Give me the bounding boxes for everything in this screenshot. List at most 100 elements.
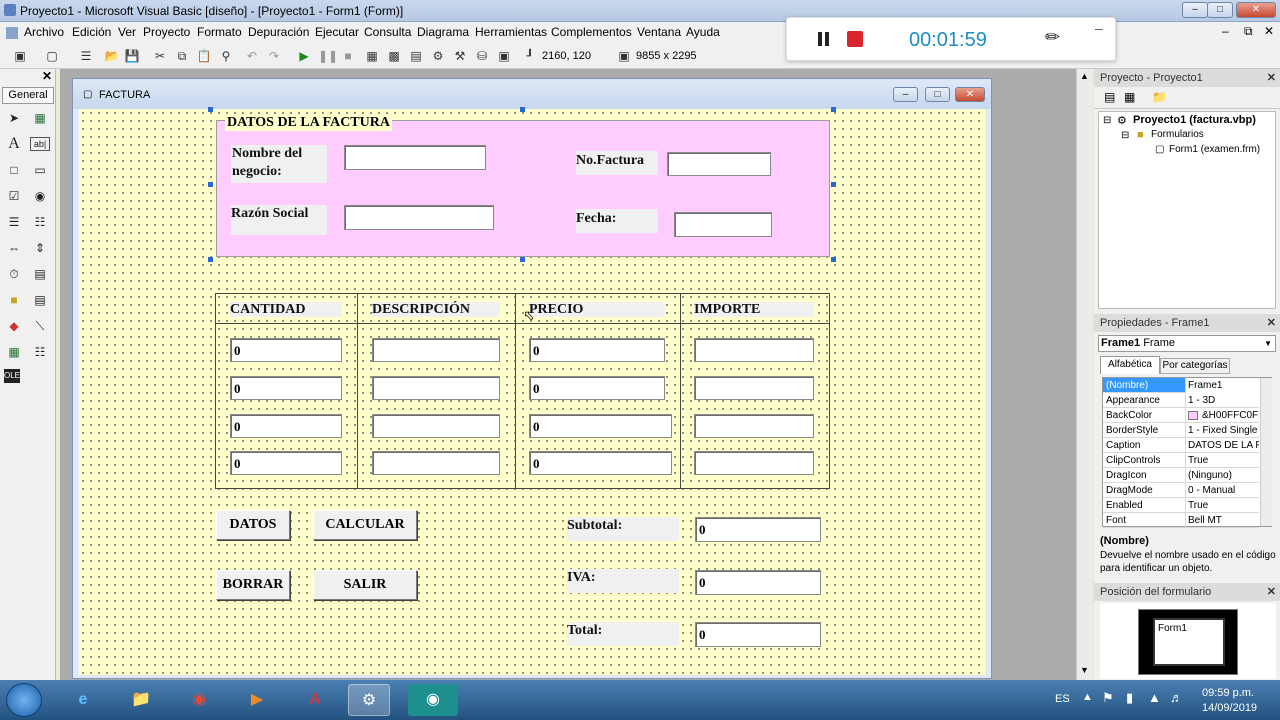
redo-icon[interactable]: ↷ bbox=[266, 48, 282, 64]
tray-expand-icon[interactable]: ▲ bbox=[1082, 691, 1093, 703]
prop-row-dragicon[interactable]: DragIcon (Ninguno) bbox=[1103, 468, 1259, 483]
tree-form-item[interactable]: Form1 (examen.frm) bbox=[1169, 144, 1260, 155]
prop-row-backcolor[interactable]: BackColor&H00FFC0FF& bbox=[1103, 408, 1259, 423]
stop-icon[interactable]: ■ bbox=[340, 48, 356, 64]
prop-row-appearance[interactable]: Appearance 1 - 3D bbox=[1103, 393, 1259, 408]
selection-handle[interactable] bbox=[208, 182, 213, 187]
form-preview-box[interactable]: Form1 bbox=[1153, 618, 1225, 666]
textbox-subtotal[interactable]: 0 bbox=[695, 517, 821, 542]
textbox-precio-1[interactable]: 0 bbox=[529, 338, 665, 362]
menu-herramientas[interactable]: Herramientas bbox=[475, 25, 547, 39]
ole-tool-icon[interactable]: OLE bbox=[4, 369, 20, 383]
tray-time[interactable]: 09:59 p.m. bbox=[1202, 687, 1254, 699]
object-selector[interactable]: Frame1 Frame ▼ bbox=[1098, 335, 1276, 352]
add-form-icon[interactable]: ▢ bbox=[44, 48, 60, 64]
copy-icon[interactable]: ⧉ bbox=[174, 48, 190, 64]
menu-proyecto[interactable]: Proyecto bbox=[143, 25, 190, 39]
form-layout-close-icon[interactable]: ✕ bbox=[1267, 583, 1276, 601]
data-tool-icon[interactable]: ☷ bbox=[30, 343, 50, 361]
tab-por-categorias[interactable]: Por categorías bbox=[1160, 358, 1230, 374]
combobox-tool-icon[interactable]: ☰ bbox=[4, 213, 24, 231]
selection-handle[interactable] bbox=[208, 257, 213, 262]
menu-complementos[interactable]: Complementos bbox=[551, 25, 632, 39]
form-minimize-button[interactable]: – bbox=[893, 87, 918, 102]
toolbox-icon[interactable]: ⚒ bbox=[452, 48, 468, 64]
textbox-tool-icon[interactable]: ab| bbox=[30, 137, 50, 151]
filelist-tool-icon[interactable]: ▤ bbox=[30, 291, 50, 309]
menu-archivo[interactable]: Archivo bbox=[24, 25, 64, 39]
menu-ventana[interactable]: Ventana bbox=[637, 25, 681, 39]
cut-icon[interactable]: ✂ bbox=[152, 48, 168, 64]
properties-scrollbar[interactable] bbox=[1260, 378, 1272, 526]
tree-project-root[interactable]: Proyecto1 (factura.vbp) bbox=[1133, 114, 1256, 126]
menu-ayuda[interactable]: Ayuda bbox=[686, 25, 720, 39]
textbox-cantidad-1[interactable]: 0 bbox=[230, 338, 342, 362]
tab-alfabetica[interactable]: Alfabética bbox=[1100, 356, 1160, 374]
paste-icon[interactable]: 📋 bbox=[196, 48, 212, 64]
salir-button[interactable]: SALIR bbox=[313, 570, 417, 600]
battery-icon[interactable]: ▮ bbox=[1126, 690, 1133, 706]
form-canvas[interactable]: DATOS DE LA FACTURA Nombre del negocio: … bbox=[79, 107, 985, 675]
textbox-descripcion-3[interactable] bbox=[372, 414, 500, 438]
visual-basic-taskbar-icon[interactable]: ⚙ bbox=[348, 684, 390, 716]
picturebox-tool-icon[interactable]: ▦ bbox=[30, 109, 50, 127]
component-manager-icon[interactable]: ▣ bbox=[496, 48, 512, 64]
chevron-down-icon[interactable]: ▼ bbox=[1264, 336, 1272, 351]
selection-handle[interactable] bbox=[831, 182, 836, 187]
tree-collapse-icon[interactable]: ⊟ bbox=[1121, 130, 1129, 141]
textbox-no-factura[interactable] bbox=[667, 152, 771, 176]
add-project-icon[interactable]: ▣ bbox=[12, 48, 28, 64]
textbox-precio-4[interactable]: 0 bbox=[529, 451, 672, 475]
textbox-importe-3[interactable] bbox=[694, 414, 814, 438]
find-icon[interactable]: ⚲ bbox=[218, 48, 234, 64]
recorder-taskbar-icon[interactable]: ◉ bbox=[408, 684, 458, 716]
textbox-nombre-negocio[interactable] bbox=[344, 145, 486, 170]
scroll-down-icon[interactable]: ▼ bbox=[1080, 665, 1089, 675]
textbox-cantidad-3[interactable]: 0 bbox=[230, 414, 342, 438]
frame-datos-factura[interactable]: DATOS DE LA FACTURA Nombre del negocio: … bbox=[216, 115, 830, 257]
stop-recording-icon[interactable] bbox=[847, 31, 863, 47]
signal-icon[interactable]: ▲ bbox=[1148, 690, 1161, 705]
textbox-descripcion-1[interactable] bbox=[372, 338, 500, 362]
menu-ver[interactable]: Ver bbox=[118, 25, 136, 39]
tray-date[interactable]: 14/09/2019 bbox=[1202, 702, 1257, 714]
view-object-icon[interactable]: ▦ bbox=[1124, 90, 1135, 104]
form-maximize-button[interactable]: □ bbox=[925, 87, 950, 102]
selection-handle[interactable] bbox=[831, 257, 836, 262]
volume-icon[interactable]: ♬ bbox=[1170, 690, 1183, 705]
menu-consulta[interactable]: Consulta bbox=[364, 25, 411, 39]
label-tool-icon[interactable]: A bbox=[4, 135, 24, 153]
prop-row-nombre[interactable]: (Nombre) Frame1 bbox=[1103, 378, 1259, 393]
scroll-up-icon[interactable]: ▲ bbox=[1080, 71, 1089, 81]
project-explorer-icon[interactable]: ▦ bbox=[364, 48, 380, 64]
recorder-minimize-icon[interactable]: – bbox=[1095, 20, 1103, 36]
textbox-precio-3[interactable]: 0 bbox=[529, 414, 672, 438]
listbox-tool-icon[interactable]: ☷ bbox=[30, 213, 50, 231]
workspace-vertical-scrollbar[interactable]: ▲ ▼ bbox=[1076, 69, 1092, 680]
chrome-icon[interactable]: ◉ bbox=[180, 684, 218, 716]
menu-diagrama[interactable]: Diagrama bbox=[417, 25, 469, 39]
selection-handle[interactable] bbox=[208, 107, 213, 112]
textbox-cantidad-2[interactable]: 0 bbox=[230, 376, 342, 400]
textbox-descripcion-4[interactable] bbox=[372, 451, 500, 475]
prop-row-font[interactable]: Font Bell MT bbox=[1103, 513, 1259, 528]
properties-close-icon[interactable]: ✕ bbox=[1267, 314, 1276, 332]
prop-row-enabled[interactable]: Enabled True bbox=[1103, 498, 1259, 513]
menu-edicion[interactable]: Edición bbox=[72, 25, 111, 39]
prop-row-dragmode[interactable]: DragMode 0 - Manual bbox=[1103, 483, 1259, 498]
form-close-button[interactable]: ✕ bbox=[955, 87, 985, 102]
mdi-restore-button[interactable]: ⧉ bbox=[1244, 24, 1253, 39]
project-explorer-close-icon[interactable]: ✕ bbox=[1267, 69, 1276, 87]
access-icon[interactable]: A bbox=[296, 684, 334, 716]
pause-recording-icon[interactable] bbox=[817, 30, 831, 46]
toolbox-tab-general[interactable]: General bbox=[2, 87, 54, 104]
textbox-importe-2[interactable] bbox=[694, 376, 814, 400]
pointer-tool-icon[interactable]: ➤ bbox=[4, 109, 24, 127]
draw-pen-icon[interactable]: ✏ bbox=[1045, 27, 1060, 48]
data-view-icon[interactable]: ⛁ bbox=[474, 48, 490, 64]
save-icon[interactable]: 💾 bbox=[124, 48, 140, 64]
calcular-button[interactable]: CALCULAR bbox=[313, 510, 417, 540]
prop-row-caption[interactable]: CaptionDATOS DE LA FA bbox=[1103, 438, 1259, 453]
textbox-descripcion-2[interactable] bbox=[372, 376, 500, 400]
language-indicator[interactable]: ES bbox=[1055, 693, 1070, 705]
